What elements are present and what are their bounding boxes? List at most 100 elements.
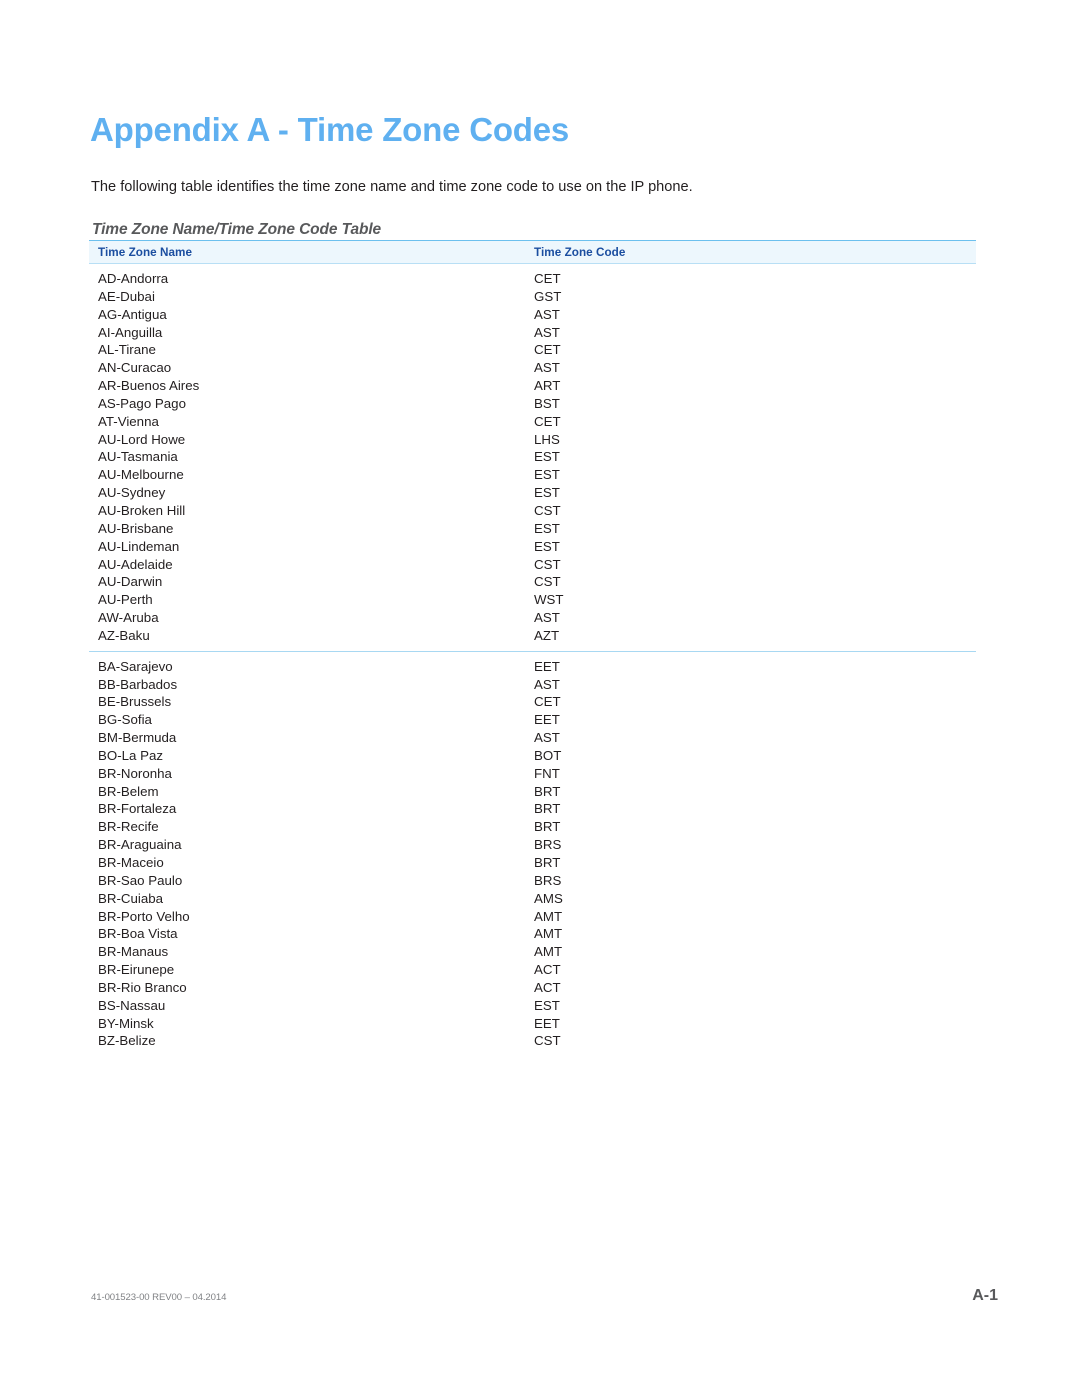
cell-time-zone-code: BST [534,395,560,411]
cell-time-zone-name: BA-Sarajevo [98,658,173,674]
cell-time-zone-code: BRT [534,855,561,870]
cell-time-zone-code: AST [534,360,560,376]
table-row: AD-Andorra CET [89,270,976,288]
cell-time-zone-code: AST [534,676,560,692]
cell-time-zone-code: CET [534,694,561,710]
table-row: AU-Melbourne EST [89,466,976,484]
cell-time-zone-code: FNT [534,765,560,781]
cell-time-zone-name: AU-Broken Hill [98,502,186,518]
table-row: AR-Buenos Aires ART [89,377,976,395]
table-row: AE-Dubai GST [89,288,976,306]
cell-time-zone-code: AMT [534,944,563,960]
table-row: BY-Minsk EET [89,1015,976,1033]
cell-time-zone-name: AU-Tasmania [98,449,178,465]
cell-time-zone-code: CET [534,342,561,358]
cell-time-zone-code: AMT [534,908,563,924]
table-row: AU-Lord Howe LHS [89,431,976,449]
cell-time-zone-name: BR-Belem [98,783,159,799]
footer-document-id: 41-001523-00 REV00 – 04.2014 [91,1292,227,1303]
table-group: AD-Andorra CET AE-Dubai GST AG-Antigua AST AI-… [89,264,976,645]
table-row: AW-Aruba AST [89,609,976,627]
cell-time-zone-code: LHS [534,431,560,447]
cell-time-zone-name: AU-Darwin [98,574,163,590]
table-row: BR-Porto Velho AMT [89,908,976,926]
cell-time-zone-name: AL-Tirane [98,342,156,358]
table-row: BR-Cuiaba AMS [89,890,976,908]
cell-time-zone-code: EET [534,1015,560,1031]
table-row: BE-Brussels CET [89,693,976,711]
cell-time-zone-name: BM-Bermuda [98,730,177,746]
cell-time-zone-name: BR-Rio Branco [98,979,187,995]
cell-time-zone-code: ART [534,378,561,394]
table-row: AU-Sydney EST [89,484,976,502]
table-row: AU-Perth WST [89,591,976,609]
cell-time-zone-name: BY-Minsk [98,1015,154,1031]
cell-time-zone-name: AU-Melbourne [98,467,184,483]
cell-time-zone-code: EST [534,520,560,536]
table-row: AL-Tirane CET [89,341,976,359]
table-row: BB-Barbados AST [89,676,976,694]
cell-time-zone-code: AST [534,306,560,322]
cell-time-zone-code: EET [534,658,560,674]
cell-time-zone-name: BR-Porto Velho [98,908,190,924]
cell-time-zone-name: BR-Cuiaba [98,890,164,906]
cell-time-zone-name: AG-Antigua [98,306,167,322]
cell-time-zone-name: BZ-Belize [98,1033,156,1049]
cell-time-zone-name: BR-Maceio [98,855,164,870]
cell-time-zone-name: AW-Aruba [98,610,159,626]
table-group: BA-Sarajevo EET BB-Barbados AST BE-Brussels C… [89,650,976,1051]
cell-time-zone-name: BB-Barbados [98,676,178,692]
table-row: AU-Tasmania EST [89,448,976,466]
cell-time-zone-code: EST [534,485,560,501]
cell-time-zone-code: GST [534,288,562,304]
table-row: AT-Vienna CET [89,413,976,431]
cell-time-zone-name: AZ-Baku [98,627,150,643]
cell-time-zone-name: BR-Recife [98,819,159,835]
cell-time-zone-code: AST [534,730,560,746]
cell-time-zone-name: AI-Anguilla [98,324,163,340]
cell-time-zone-code: EST [534,467,560,483]
cell-time-zone-name: BR-Eirunepe [98,962,175,978]
table-row: BR-Rio Branco ACT [89,979,976,997]
cell-time-zone-code: EET [534,712,560,728]
table-row: AU-Adelaide CST [89,556,976,574]
table-row: AZ-Baku AZT [89,627,976,645]
cell-time-zone-code: ACT [534,979,561,995]
table-row: BR-Sao Paulo BRS [89,872,976,890]
cell-time-zone-name: AU-Adelaide [98,556,173,572]
cell-time-zone-code: AMS [534,890,563,906]
page-title: Appendix A - Time Zone Codes [90,111,570,149]
intro-paragraph: The following table identifies the time … [91,178,693,195]
cell-time-zone-name: AN-Curacao [98,360,172,376]
table-row: AU-Darwin CST [89,573,976,591]
table-row: AU-Lindeman EST [89,538,976,556]
cell-time-zone-name: AT-Vienna [98,413,159,429]
cell-time-zone-name: BR-Noronha [98,765,172,781]
table-row: BR-Boa Vista AMT [89,925,976,943]
cell-time-zone-code: EST [534,449,560,465]
cell-time-zone-name: AU-Brisbane [98,520,174,536]
cell-time-zone-name: BS-Nassau [98,997,166,1013]
time-zone-table: Time Zone Name Time Zone Code AD-Andorra… [89,240,976,1050]
cell-time-zone-code: BRT [534,819,561,835]
table-header-row: Time Zone Name Time Zone Code [89,240,976,264]
table-row: BZ-Belize CST [89,1032,976,1050]
cell-time-zone-name: BR-Araguaina [98,837,182,853]
column-header-time-zone-code: Time Zone Code [534,246,626,259]
cell-time-zone-code: AST [534,610,560,626]
cell-time-zone-name: AU-Sydney [98,485,166,501]
cell-time-zone-code: EST [534,538,560,554]
table-row: BR-Araguaina BRS [89,836,976,854]
cell-time-zone-code: BRT [534,783,561,799]
cell-time-zone-name: AU-Lord Howe [98,431,186,447]
table-row: BR-Manaus AMT [89,943,976,961]
cell-time-zone-code: EST [534,997,560,1013]
table-row: BR-Recife BRT [89,818,976,836]
cell-time-zone-code: CST [534,1033,561,1049]
cell-time-zone-code: CST [534,502,561,518]
page-footer: 41-001523-00 REV00 – 04.2014 A-1 [0,1287,1080,1320]
cell-time-zone-name: BE-Brussels [98,694,172,710]
cell-time-zone-name: BR-Fortaleza [98,801,177,817]
table-row: AG-Antigua AST [89,306,976,324]
table-row: BS-Nassau EST [89,997,976,1015]
